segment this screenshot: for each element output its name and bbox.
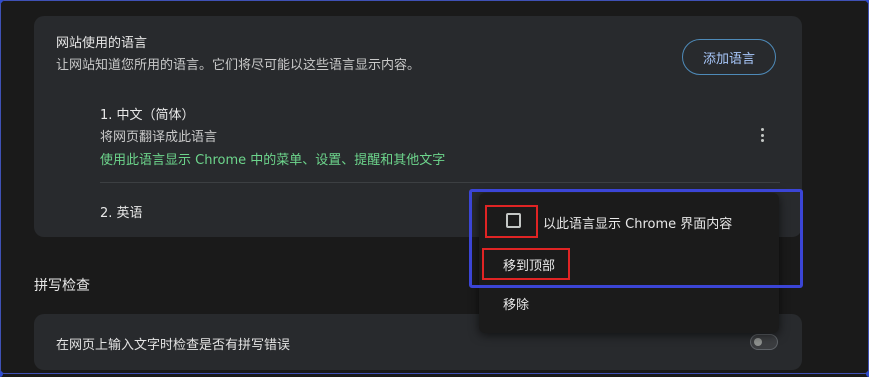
spellcheck-option-label: 在网页上输入文字时检查是否有拼写错误	[56, 338, 291, 353]
languages-subtitle: 让网站知道您所用的语言。它们将尽可能以这些语言显示内容。	[56, 58, 421, 73]
language-context-menu: 以此语言显示 Chrome 界面内容 移到顶部 移除	[479, 193, 779, 333]
more-options-icon[interactable]	[752, 124, 772, 146]
language-item-name: 1. 中文（简体）	[100, 108, 195, 123]
corner-handle	[0, 371, 3, 377]
corner-handle	[0, 0, 3, 3]
add-language-button[interactable]: 添加语言	[682, 39, 776, 75]
menu-item-display-chrome-ui[interactable]: 以此语言显示 Chrome 界面内容	[543, 213, 732, 232]
language-item-name: 2. 英语	[100, 206, 143, 221]
languages-title: 网站使用的语言	[56, 36, 148, 51]
language-item-ui-note: 使用此语言显示 Chrome 中的菜单、设置、提醒和其他文字	[100, 153, 446, 168]
menu-item-move-to-top[interactable]: 移到顶部	[503, 255, 555, 274]
spellcheck-heading: 拼写检查	[34, 278, 90, 294]
spellcheck-toggle[interactable]	[750, 334, 778, 350]
toggle-knob	[754, 338, 762, 346]
menu-item-remove[interactable]: 移除	[503, 294, 529, 313]
checkbox-icon[interactable]	[506, 213, 521, 228]
divider	[100, 182, 780, 183]
language-item-description: 将网页翻译成此语言	[100, 130, 218, 145]
